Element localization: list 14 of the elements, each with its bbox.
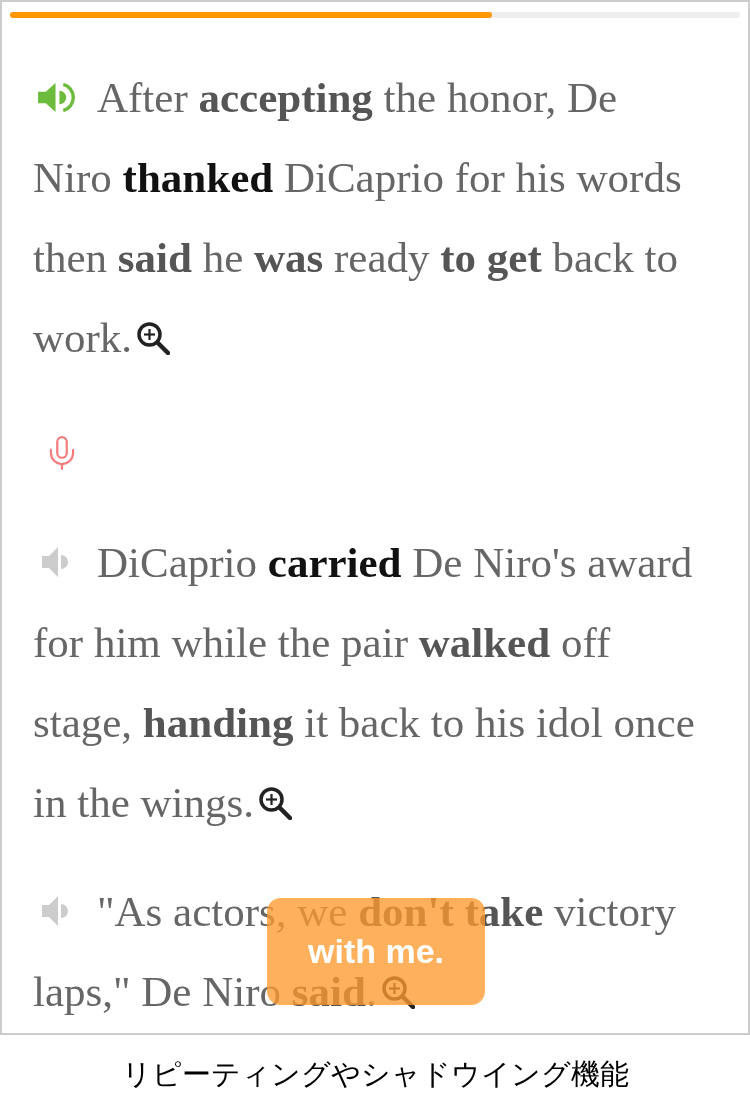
sentence-line: for him while the pair walked off [33, 617, 611, 667]
sentence-line: work. [33, 312, 133, 362]
zoom-in-icon[interactable] [136, 321, 171, 355]
sentence-line: After accepting the honor, De [97, 72, 618, 122]
speaker-icon[interactable] [42, 895, 69, 927]
sentence-line: stage, handing it back to his idol once [33, 697, 695, 747]
speaker-icon[interactable] [38, 80, 75, 114]
sentence-line: Niro thanked DiCaprio for his words [33, 152, 682, 202]
sentence-line: then said he was ready to get back to [33, 232, 678, 282]
sentence-line: DiCaprio carried De Niro's award [97, 537, 693, 587]
zoom-in-icon[interactable] [257, 786, 292, 820]
caption-text: リピーティングやシャドウイング機能 [121, 1057, 629, 1093]
sentence-line: in the wings. [33, 777, 254, 827]
speaker-icon[interactable] [42, 546, 69, 578]
